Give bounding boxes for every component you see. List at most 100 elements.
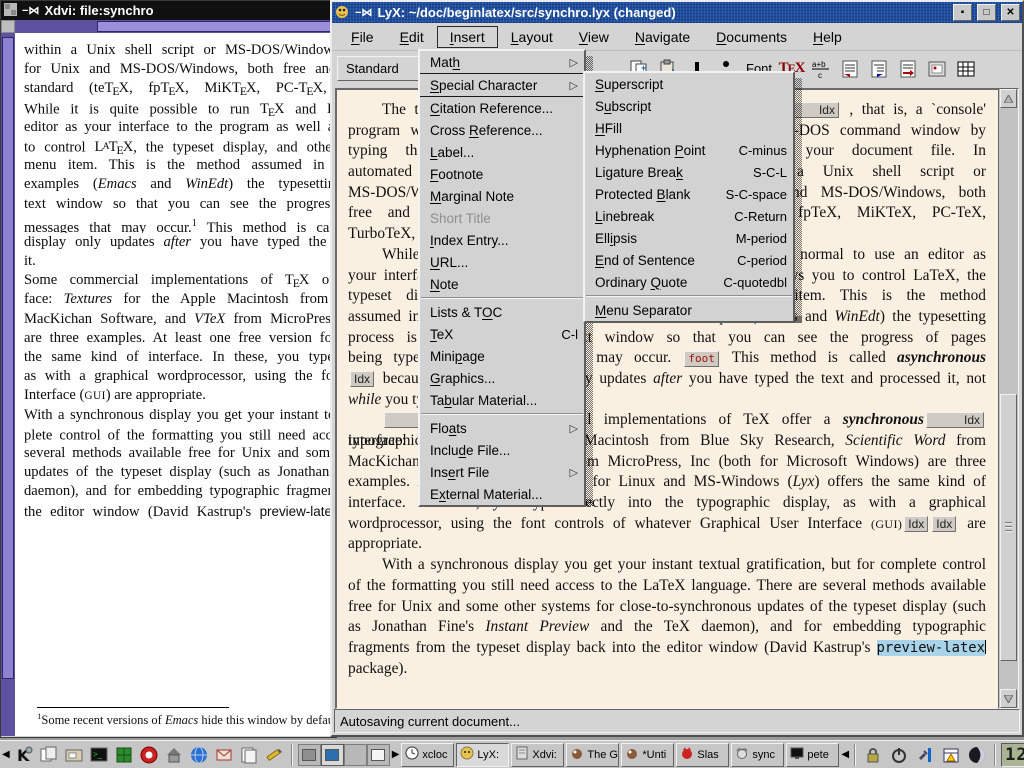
plug-icon[interactable] (913, 743, 937, 767)
char-menu-item-subscript[interactable]: Subscript (585, 95, 793, 117)
lyx-scrollbar[interactable] (998, 88, 1019, 709)
inset-button[interactable]: Idx (926, 412, 984, 428)
browser-icon[interactable] (187, 743, 211, 767)
package-icon[interactable] (112, 743, 136, 767)
menubar-item-file[interactable]: File (338, 26, 387, 48)
char-menu-item-protected-blank[interactable]: Protected BlankS-C-space (585, 183, 793, 205)
scroll-up-arrow[interactable] (1000, 89, 1017, 108)
xdvi-horizontal-scrollbar[interactable] (15, 20, 336, 33)
figure-icon[interactable] (924, 56, 950, 82)
char-menu-item-hfill[interactable]: HFill (585, 117, 793, 139)
table-icon[interactable] (953, 56, 979, 82)
task-button-xcloc[interactable]: xcloc (401, 743, 454, 767)
insert-menu-item-minipage[interactable]: Minipage (420, 345, 584, 367)
menu-item-label: Include File... (430, 443, 578, 458)
insert-menu-item-footnote[interactable]: Footnote (420, 163, 584, 185)
insert-menu-item-tex[interactable]: TeXC-l (420, 323, 584, 345)
menubar-item-insert[interactable]: Insert (437, 26, 498, 48)
insert-menu-item-note[interactable]: Note (420, 273, 584, 295)
task-button-lyx[interactable]: LyX: (456, 743, 509, 767)
char-menu-item-linebreak[interactable]: LinebreakC-Return (585, 205, 793, 227)
terminal-icon[interactable]: >_ (87, 743, 111, 767)
xdvi-pin-icon[interactable]: −⋈ (22, 4, 39, 17)
menubar-item-edit[interactable]: Edit (387, 26, 437, 48)
insert-menu-item-marginal-note[interactable]: Marginal Note (420, 185, 584, 207)
task-button-slas[interactable]: Slas (676, 743, 729, 767)
menu-item-label: Short Title (430, 211, 578, 226)
task-button-theg[interactable]: The G (566, 743, 619, 767)
window-list-icon[interactable] (37, 743, 61, 767)
char-menu-item-ligature-break[interactable]: Ligature BreakS-C-L (585, 161, 793, 183)
insert-menu-item-short-title[interactable]: Short Title (420, 207, 584, 229)
insert-menu-item-index-entry[interactable]: Index Entry... (420, 229, 584, 251)
calendar-icon[interactable] (939, 743, 963, 767)
char-menu-item-ordinary-quote[interactable]: Ordinary QuoteC-quotedbl (585, 271, 793, 293)
depth-plus-icon[interactable] (837, 56, 863, 82)
lyx-titlebar[interactable]: −⋈ LyX: ~/doc/beginlatex/src/synchro.lyx… (332, 2, 1022, 23)
task-scroll-right[interactable]: ◀ (841, 749, 849, 760)
insert-menu-item-floats[interactable]: Floats▷ (420, 417, 584, 439)
inset-button[interactable]: Idx (904, 516, 928, 532)
xdvi-titlebar[interactable]: −⋈ Xdvi: file:synchro (1, 1, 336, 20)
show-desktop-icon[interactable] (62, 743, 86, 767)
insert-menu-item-citation-reference[interactable]: Citation Reference... (420, 97, 584, 119)
scroll-thumb[interactable] (1000, 394, 1017, 661)
xdvi-vscroll-thumb[interactable] (2, 37, 14, 679)
depth-minus-icon[interactable] (866, 56, 892, 82)
char-menu-item-superscript[interactable]: Superscript (585, 73, 793, 95)
task-button-sync[interactable]: sync (731, 743, 784, 767)
desktop-pager-cell-3[interactable] (344, 744, 367, 766)
char-menu-item-ellipsis[interactable]: EllipsisM-period (585, 227, 793, 249)
footnote-inset-button[interactable]: foot (684, 351, 719, 367)
menubar-item-navigate[interactable]: Navigate (622, 26, 703, 48)
insert-menu-item-math[interactable]: Math▷ (420, 51, 584, 73)
moon-icon[interactable] (965, 743, 989, 767)
paragraph-style-combo[interactable]: Standard (337, 56, 425, 81)
insert-menu-item-tabular-material[interactable]: Tabular Material... (420, 389, 584, 411)
insert-menu-item-cross-reference[interactable]: Cross Reference... (420, 119, 584, 141)
task-button-pete[interactable]: pete (786, 743, 839, 767)
help-icon[interactable] (137, 743, 161, 767)
insert-menu-item-graphics[interactable]: Graphics... (420, 367, 584, 389)
task-button-unti[interactable]: *Unti (621, 743, 674, 767)
pencil-icon[interactable] (262, 743, 286, 767)
desktop-pager-cell-4[interactable] (367, 744, 390, 766)
depth-enter-icon[interactable] (895, 56, 921, 82)
xdvi-hscroll-thumb[interactable] (97, 21, 334, 32)
char-menu-item-end-of-sentence[interactable]: End of SentenceC-period (585, 249, 793, 271)
char-menu-item-menu-separator[interactable]: Menu Separator (585, 299, 793, 321)
insert-menu-item-special-character[interactable]: Special Character▷ (420, 73, 584, 97)
task-scroll-left[interactable]: ▶ (392, 749, 400, 760)
menubar-item-documents[interactable]: Documents (703, 26, 800, 48)
task-button-xdvi[interactable]: Xdvi: (511, 743, 564, 767)
iconify-button[interactable]: ▪ (953, 4, 972, 21)
inset-button[interactable]: Idx (350, 371, 374, 387)
insert-menu-item-label[interactable]: Label... (420, 141, 584, 163)
desktop-pager-cell-1[interactable] (298, 744, 321, 766)
insert-menu-item-insert-file[interactable]: Insert File▷ (420, 461, 584, 483)
lock-icon[interactable] (861, 743, 885, 767)
panel-clock[interactable]: 12:31 (1001, 743, 1024, 767)
insert-menu-item-include-file[interactable]: Include File... (420, 439, 584, 461)
inset-button[interactable]: Idx (932, 516, 956, 532)
k-menu-icon[interactable]: K (12, 743, 36, 767)
close-button[interactable]: ✕ (1001, 4, 1020, 21)
desktop-pager-cell-2[interactable] (321, 744, 344, 766)
documents-icon[interactable] (237, 743, 261, 767)
xdvi-vertical-scrollbar[interactable] (1, 33, 15, 736)
mail-icon[interactable] (212, 743, 236, 767)
insert-menu-item-url[interactable]: URL... (420, 251, 584, 273)
menubar-item-layout[interactable]: Layout (498, 26, 566, 48)
panel-hide-left-arrow[interactable]: ◀ (2, 749, 10, 760)
maximize-button[interactable]: □ (977, 4, 996, 21)
insert-menu-item-lists-toc[interactable]: Lists & TOC (420, 301, 584, 323)
home-icon[interactable] (162, 743, 186, 767)
scroll-down-arrow[interactable] (1000, 689, 1017, 708)
math-icon[interactable]: a+bc (808, 56, 834, 82)
char-menu-item-hyphenation-point[interactable]: Hyphenation PointC-minus (585, 139, 793, 161)
lyx-pin-icon[interactable]: −⋈ (355, 6, 372, 19)
insert-menu-item-external-material[interactable]: External Material... (420, 483, 584, 505)
power-icon[interactable] (887, 743, 911, 767)
menubar-item-view[interactable]: View (566, 26, 622, 48)
menubar-item-help[interactable]: Help (800, 26, 855, 48)
